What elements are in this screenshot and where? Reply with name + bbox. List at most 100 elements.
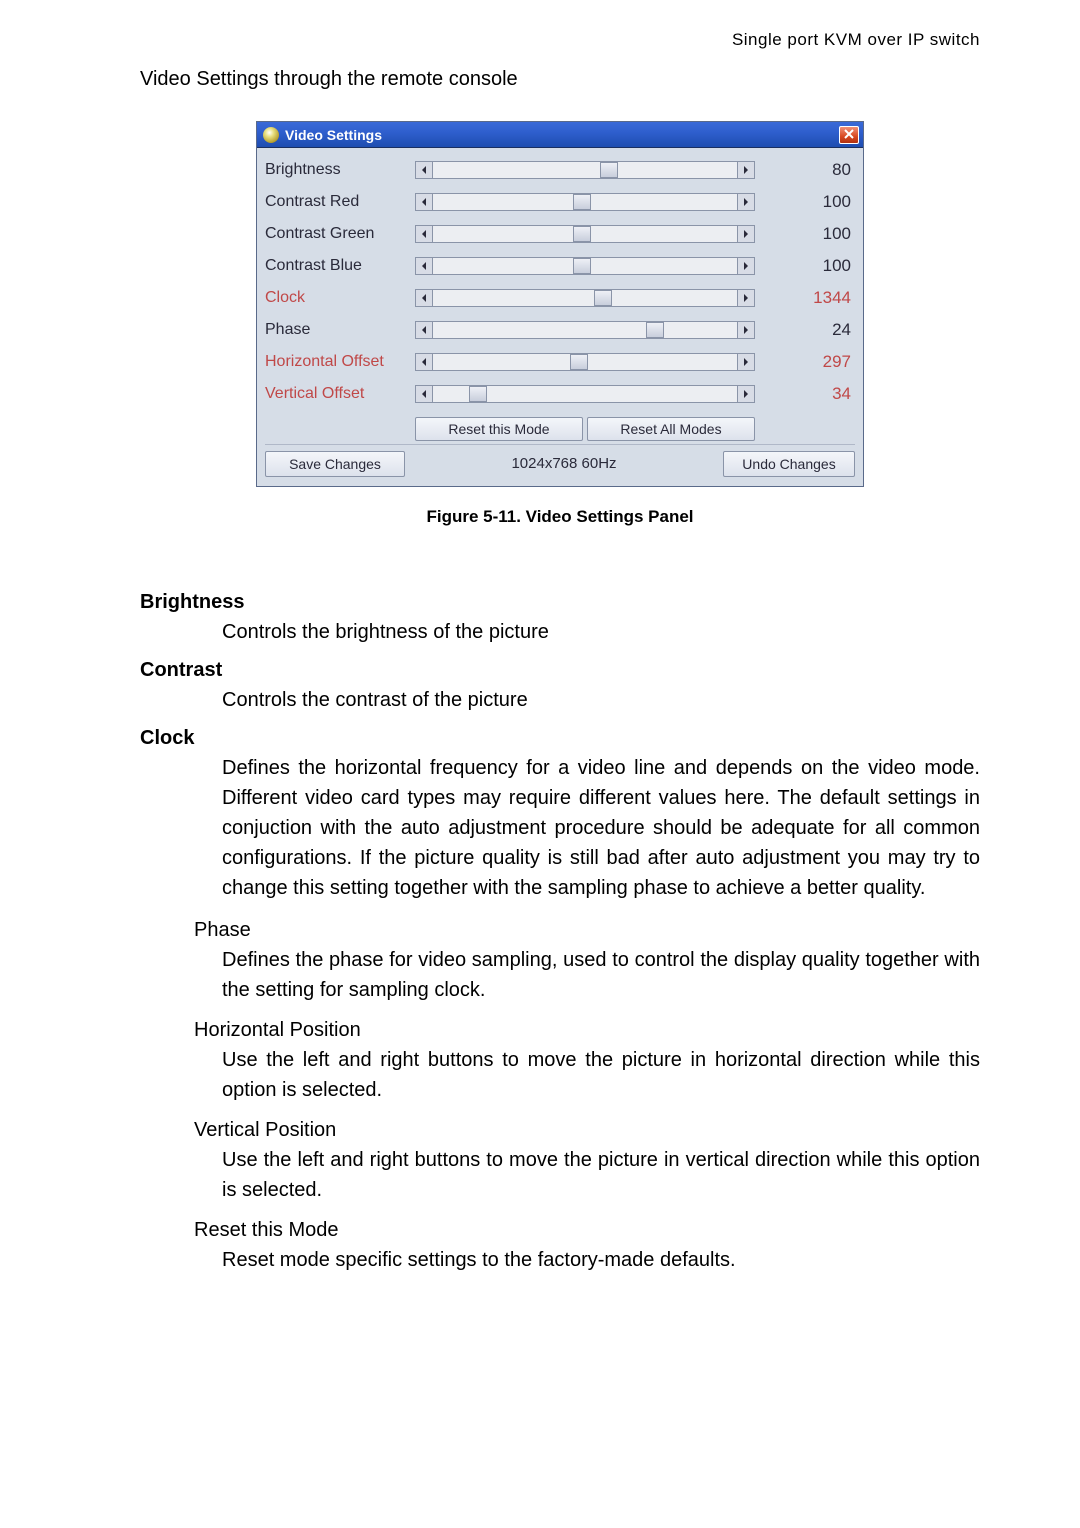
slider-label: Contrast Green: [265, 225, 415, 243]
figure-caption: Figure 5-11. Video Settings Panel: [140, 507, 980, 527]
slider-row: Horizontal Offset 297: [265, 346, 855, 378]
def-hpos: Use the left and right buttons to move t…: [140, 1045, 980, 1105]
slider-thumb[interactable]: [573, 226, 591, 242]
slider-right-button[interactable]: [737, 257, 755, 275]
slider-thumb[interactable]: [573, 194, 591, 210]
slider-track[interactable]: [433, 257, 737, 275]
term-phase: Phase: [140, 915, 980, 945]
slider-left-button[interactable]: [415, 353, 433, 371]
term-brightness: Brightness: [140, 587, 980, 617]
page-header-right: Single port KVM over IP switch: [140, 30, 980, 50]
slider-left-button[interactable]: [415, 161, 433, 179]
bottom-row: Save Changes 1024x768 60Hz Undo Changes: [265, 444, 855, 478]
arrow-right-icon: [743, 225, 749, 243]
slider-label: Clock: [265, 289, 415, 307]
slider-label: Vertical Offset: [265, 385, 415, 403]
slider-right-button[interactable]: [737, 289, 755, 307]
def-vpos: Use the left and right buttons to move t…: [140, 1145, 980, 1205]
slider-row: Contrast Red 100: [265, 186, 855, 218]
arrow-right-icon: [743, 161, 749, 179]
term-resetmode: Reset this Mode: [140, 1215, 980, 1245]
slider-track[interactable]: [433, 321, 737, 339]
slider-control[interactable]: [415, 385, 755, 403]
slider-track[interactable]: [433, 289, 737, 307]
slider-right-button[interactable]: [737, 193, 755, 211]
term-clock: Clock: [140, 723, 980, 753]
slider-track[interactable]: [433, 353, 737, 371]
slider-control[interactable]: [415, 193, 755, 211]
arrow-left-icon: [421, 161, 427, 179]
arrow-left-icon: [421, 193, 427, 211]
resolution-text: 1024x768 60Hz: [405, 455, 723, 472]
slider-left-button[interactable]: [415, 257, 433, 275]
slider-right-button[interactable]: [737, 161, 755, 179]
arrow-right-icon: [743, 353, 749, 371]
arrow-left-icon: [421, 257, 427, 275]
slider-label: Contrast Red: [265, 193, 415, 211]
video-settings-panel: Video Settings Brightness 80 Contrast Red 1…: [256, 121, 864, 487]
window-title: Video Settings: [285, 127, 382, 143]
slider-right-button[interactable]: [737, 321, 755, 339]
def-contrast: Controls the contrast of the picture: [140, 685, 980, 715]
slider-value: 1344: [765, 288, 855, 308]
term-vpos: Vertical Position: [140, 1115, 980, 1145]
slider-value: 100: [765, 224, 855, 244]
def-brightness: Controls the brightness of the picture: [140, 617, 980, 647]
close-button[interactable]: [839, 126, 859, 144]
arrow-right-icon: [743, 257, 749, 275]
slider-track[interactable]: [433, 161, 737, 179]
slider-left-button[interactable]: [415, 289, 433, 307]
slider-thumb[interactable]: [594, 290, 612, 306]
slider-control[interactable]: [415, 257, 755, 275]
undo-changes-button[interactable]: Undo Changes: [723, 451, 855, 477]
slider-thumb[interactable]: [646, 322, 664, 338]
slider-row: Clock 1344: [265, 282, 855, 314]
slider-value: 80: [765, 160, 855, 180]
slider-label: Horizontal Offset: [265, 353, 415, 371]
window-icon: [263, 127, 279, 143]
titlebar: Video Settings: [257, 122, 863, 148]
reset-all-modes-button[interactable]: Reset All Modes: [587, 417, 755, 441]
slider-left-button[interactable]: [415, 385, 433, 403]
slider-control[interactable]: [415, 321, 755, 339]
slider-control[interactable]: [415, 353, 755, 371]
slider-label: Contrast Blue: [265, 257, 415, 275]
slider-thumb[interactable]: [573, 258, 591, 274]
slider-thumb[interactable]: [469, 386, 487, 402]
slider-left-button[interactable]: [415, 321, 433, 339]
slider-left-button[interactable]: [415, 193, 433, 211]
slider-value: 34: [765, 384, 855, 404]
slider-label: Brightness: [265, 161, 415, 179]
slider-right-button[interactable]: [737, 225, 755, 243]
slider-track[interactable]: [433, 225, 737, 243]
slider-value: 100: [765, 192, 855, 212]
slider-label: Phase: [265, 321, 415, 339]
slider-right-button[interactable]: [737, 385, 755, 403]
save-changes-button[interactable]: Save Changes: [265, 451, 405, 477]
slider-control[interactable]: [415, 289, 755, 307]
slider-value: 297: [765, 352, 855, 372]
slider-row: Contrast Green 100: [265, 218, 855, 250]
slider-row: Brightness 80: [265, 154, 855, 186]
arrow-left-icon: [421, 289, 427, 307]
slider-control[interactable]: [415, 161, 755, 179]
slider-track[interactable]: [433, 385, 737, 403]
slider-right-button[interactable]: [737, 353, 755, 371]
slider-left-button[interactable]: [415, 225, 433, 243]
reset-this-mode-button[interactable]: Reset this Mode: [415, 417, 583, 441]
slider-row: Vertical Offset 34: [265, 378, 855, 410]
term-hpos: Horizontal Position: [140, 1015, 980, 1045]
slider-control[interactable]: [415, 225, 755, 243]
arrow-left-icon: [421, 385, 427, 403]
def-clock: Defines the horizontal frequency for a v…: [140, 753, 980, 903]
slider-thumb[interactable]: [600, 162, 618, 178]
arrow-right-icon: [743, 289, 749, 307]
slider-value: 24: [765, 320, 855, 340]
def-phase: Defines the phase for video sampling, us…: [140, 945, 980, 1005]
slider-thumb[interactable]: [570, 354, 588, 370]
reset-row: Reset this Mode Reset All Modes: [265, 414, 855, 444]
term-contrast: Contrast: [140, 655, 980, 685]
slider-track[interactable]: [433, 193, 737, 211]
arrow-right-icon: [743, 193, 749, 211]
slider-row: Contrast Blue100: [265, 250, 855, 282]
